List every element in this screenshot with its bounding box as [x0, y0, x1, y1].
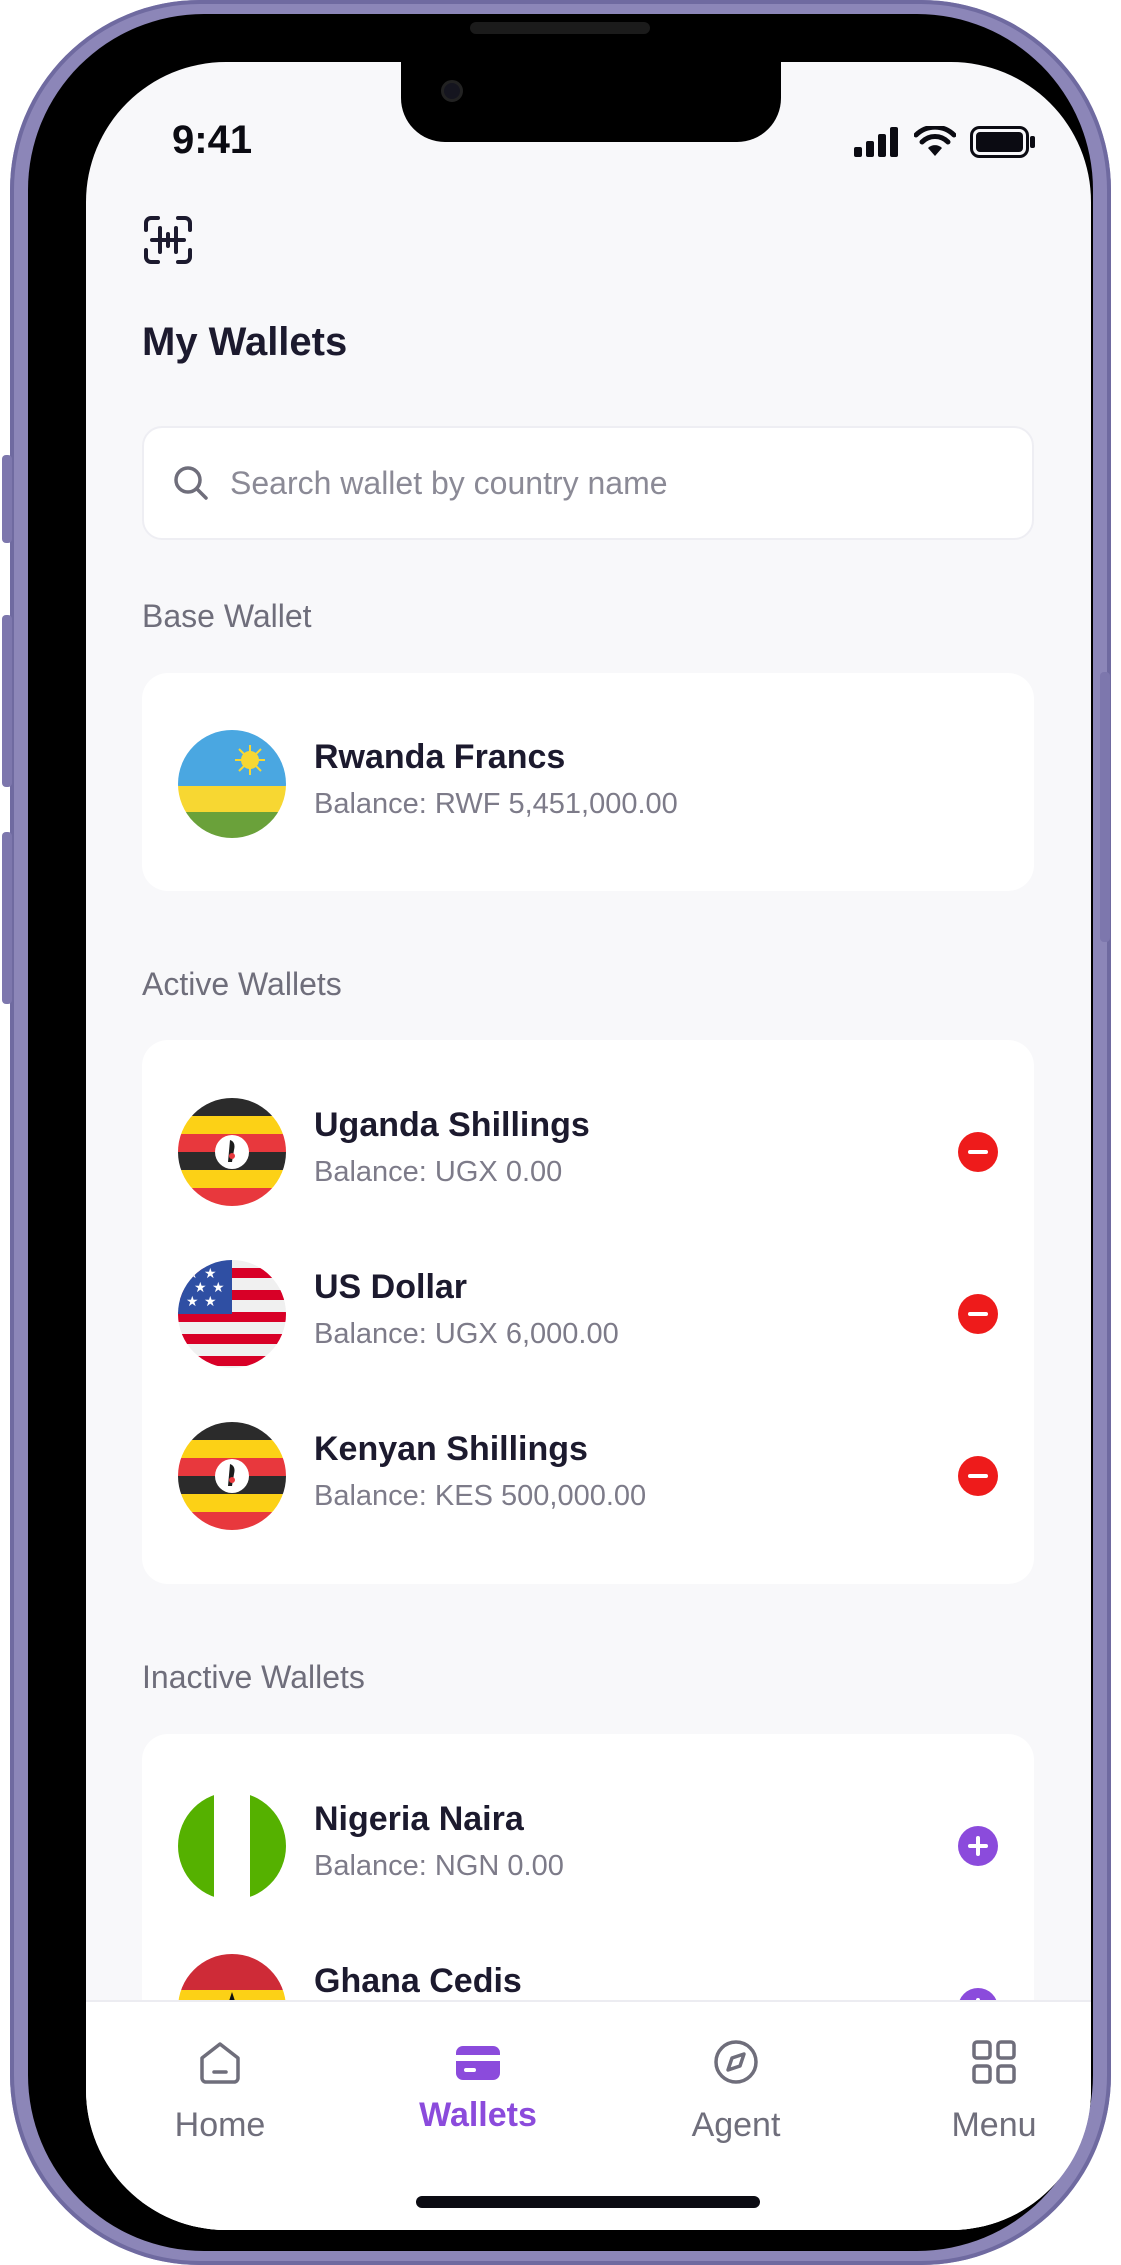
- phone-bezel: 9:41 My Wallets Search wallet by country…: [28, 14, 1093, 2251]
- add-wallet-button[interactable]: [958, 1826, 998, 1866]
- wallet-name: US Dollar: [314, 1268, 468, 1306]
- grid-icon: [972, 2040, 1016, 2084]
- scan-icon: [144, 216, 192, 264]
- wallet-icon: [456, 2046, 500, 2080]
- base-wallet-card: Rwanda Francs Balance: RWF 5,451,000.00: [142, 673, 1034, 891]
- svg-text:★: ★: [204, 1294, 217, 1310]
- speaker-grille: [470, 22, 650, 34]
- nav-label: Wallets: [419, 2096, 537, 2134]
- search-input[interactable]: [230, 464, 990, 502]
- wallet-row-nigeria[interactable]: Nigeria Naira Balance: NGN 0.00: [142, 1788, 1034, 1908]
- scan-button[interactable]: [142, 214, 194, 266]
- wifi-icon: [914, 126, 956, 156]
- wallet-row-uganda[interactable]: Uganda Shillings Balance: UGX 0.00: [142, 1094, 1034, 1214]
- page-title: My Wallets: [142, 320, 348, 364]
- wallet-name: Kenyan Shillings: [314, 1430, 588, 1468]
- active-wallets-card: Uganda Shillings Balance: UGX 0.00 ★ ★ ★…: [142, 1040, 1034, 1584]
- signal-icon: [854, 127, 898, 157]
- wallet-row-kenya[interactable]: Kenyan Shillings Balance: KES 500,000.00: [142, 1418, 1034, 1538]
- side-button-power: [1100, 672, 1110, 942]
- nav-menu[interactable]: Menu: [894, 2002, 1091, 2162]
- nav-home[interactable]: Home: [120, 2002, 320, 2162]
- wallet-balance: Balance: KES 500,000.00: [314, 1480, 647, 1512]
- remove-wallet-button[interactable]: [958, 1132, 998, 1172]
- search-icon: [174, 466, 208, 500]
- base-wallet-heading: Base Wallet: [142, 598, 312, 634]
- inactive-wallets-heading: Inactive Wallets: [142, 1659, 365, 1695]
- remove-wallet-button[interactable]: [958, 1456, 998, 1496]
- wallet-balance: Balance: RWF 5,451,000.00: [314, 788, 678, 820]
- usa-flag-icon: ★ ★ ★ ★ ★ ★: [178, 1260, 286, 1368]
- uganda-flag-icon: [178, 1422, 286, 1530]
- rwanda-flag-icon: [178, 730, 286, 838]
- wallet-balance: Balance: NGN 0.00: [314, 1850, 564, 1882]
- nigeria-flag-icon: [178, 1792, 286, 1900]
- wallet-row-rwanda[interactable]: Rwanda Francs Balance: RWF 5,451,000.00: [142, 726, 1034, 846]
- uganda-flag-icon: [178, 1098, 286, 1206]
- front-camera: [441, 80, 463, 102]
- side-button-action: [2, 455, 12, 543]
- svg-text:★: ★: [186, 1294, 199, 1310]
- nav-label: Home: [174, 2106, 266, 2144]
- side-button-volume-up: [2, 615, 12, 787]
- wallet-name: Rwanda Francs: [314, 738, 566, 776]
- active-wallets-heading: Active Wallets: [142, 966, 342, 1002]
- search-bar[interactable]: [142, 426, 1034, 540]
- compass-icon: [714, 2040, 758, 2084]
- home-icon: [200, 2042, 240, 2084]
- nav-agent[interactable]: Agent: [636, 2002, 836, 2162]
- remove-wallet-button[interactable]: [958, 1294, 998, 1334]
- status-time: 9:41: [172, 118, 253, 162]
- wallet-balance: Balance: UGX 6,000.00: [314, 1318, 619, 1350]
- nav-label: Agent: [691, 2106, 781, 2144]
- battery-icon: [970, 126, 1035, 158]
- wallet-balance: Balance: UGX 0.00: [314, 1156, 563, 1188]
- side-button-volume-down: [2, 832, 12, 1004]
- wallet-row-usd[interactable]: ★ ★ ★ ★ ★ ★ US Dollar Balance: UGX 6,000.00: [142, 1256, 1034, 1376]
- wallet-name: Nigeria Naira: [314, 1800, 524, 1838]
- home-indicator: [416, 2196, 760, 2208]
- wallet-name: Ghana Cedis: [314, 1962, 522, 2000]
- nav-wallets[interactable]: Wallets: [378, 2002, 578, 2162]
- status-icons: [854, 126, 1036, 158]
- notch: [401, 62, 781, 142]
- nav-label: Menu: [951, 2106, 1037, 2144]
- wallet-name: Uganda Shillings: [314, 1106, 590, 1144]
- app-screen: 9:41 My Wallets Search wallet by country…: [86, 62, 1091, 2230]
